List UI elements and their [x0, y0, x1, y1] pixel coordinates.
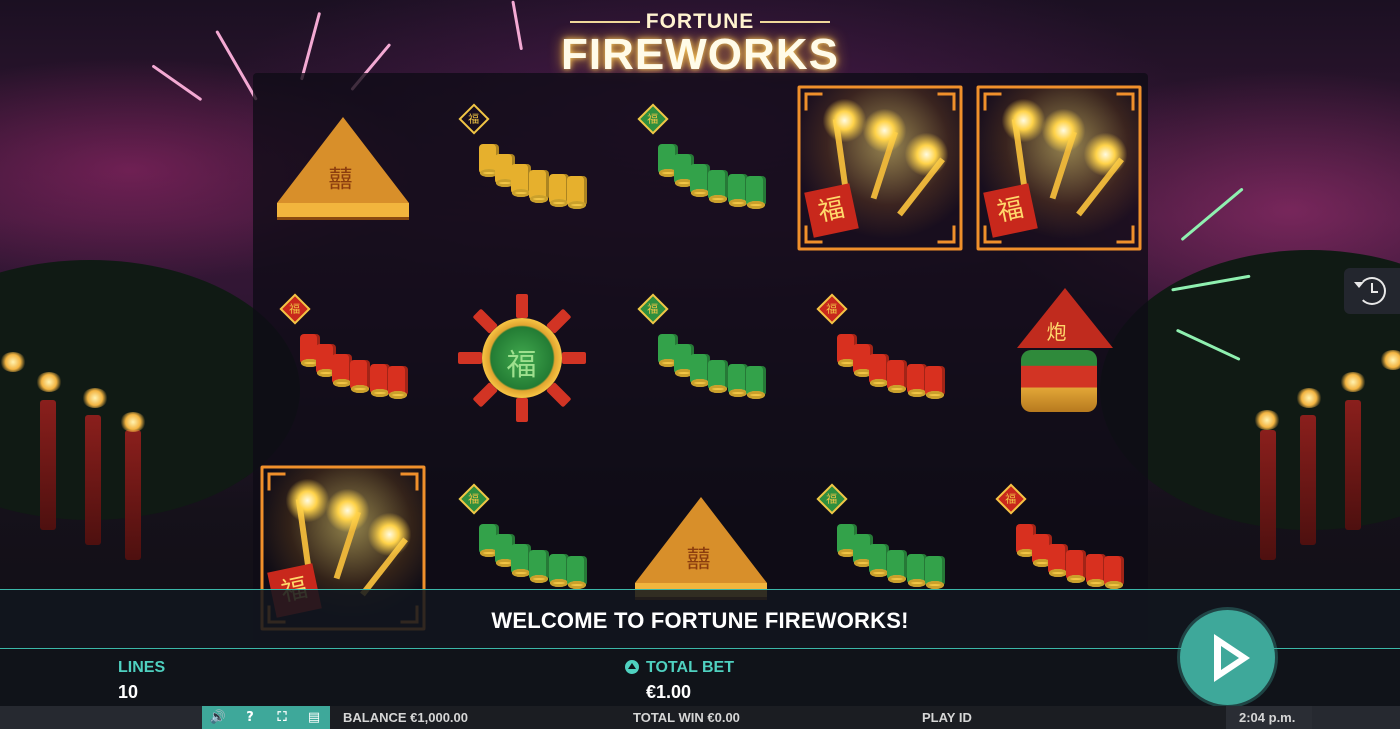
status-bar-right-pad: [1312, 706, 1400, 729]
sound-icon[interactable]: 🔊: [202, 706, 234, 729]
reel-grid: 福 福: [253, 73, 1148, 643]
reel-2-row-1-gold-firecrackers: [432, 73, 611, 263]
pyramid-box-icon: [634, 497, 767, 597]
firework-wheel-icon: [457, 294, 586, 422]
pyramid-box-icon: [276, 117, 409, 217]
green-firecrackers-icon: [636, 293, 766, 418]
sparkler-wild-icon: 福: [797, 85, 962, 251]
red-firecrackers-icon: [815, 293, 945, 418]
history-button[interactable]: [1344, 268, 1400, 314]
gold-firecrackers-icon: [457, 103, 587, 228]
sparkler-wild-icon: 福: [976, 85, 1141, 251]
paytable-icon[interactable]: ▤: [298, 706, 330, 729]
status-bar-left-pad: [0, 706, 202, 729]
clock-time: 2:04 p.m.: [1239, 710, 1296, 725]
reel-3-row-2-green-firecrackers: [611, 263, 790, 453]
spin-button[interactable]: [1180, 610, 1275, 705]
red-firecrackers-icon: [278, 293, 408, 418]
clock-box: 2:04 p.m.: [1226, 706, 1312, 729]
lines-label: LINES: [118, 659, 166, 676]
balance-text: BALANCE €1,000.00: [343, 710, 468, 725]
total-bet-label[interactable]: TOTAL BET: [646, 659, 734, 677]
total-bet-value: €1.00: [646, 682, 692, 702]
reel-4-row-2-red-firecrackers: [790, 263, 969, 453]
reel-1-row-1-pyramid-box: [253, 73, 432, 263]
play-id-text: PLAY ID: [922, 710, 972, 725]
help-icon[interactable]: ?: [234, 706, 266, 729]
reel-2-row-2-firework-wheel: [432, 263, 611, 453]
reel-5-row-1-sparkler-wild: 福: [969, 73, 1148, 263]
status-bar: 🔊 ? ⛶ ▤ BALANCE €1,000.00 TOTAL WIN €0.0…: [0, 706, 1400, 729]
rocket-icon: 炮: [1011, 288, 1113, 428]
green-firecrackers-icon: [636, 103, 766, 228]
total-bet-toggle-icon[interactable]: [625, 660, 639, 674]
total-win-text: TOTAL WIN €0.00: [633, 710, 740, 725]
reel-5-row-2-rocket: 炮: [969, 263, 1148, 453]
tool-strip: 🔊 ? ⛶ ▤: [202, 706, 330, 729]
reel-4-row-1-sparkler-wild: 福: [790, 73, 969, 263]
reel-1-row-2-red-firecrackers: [253, 263, 432, 453]
reel-3-row-1-green-firecrackers: [611, 73, 790, 263]
fullscreen-icon[interactable]: ⛶: [266, 706, 298, 729]
lines-value: 10: [118, 682, 139, 702]
